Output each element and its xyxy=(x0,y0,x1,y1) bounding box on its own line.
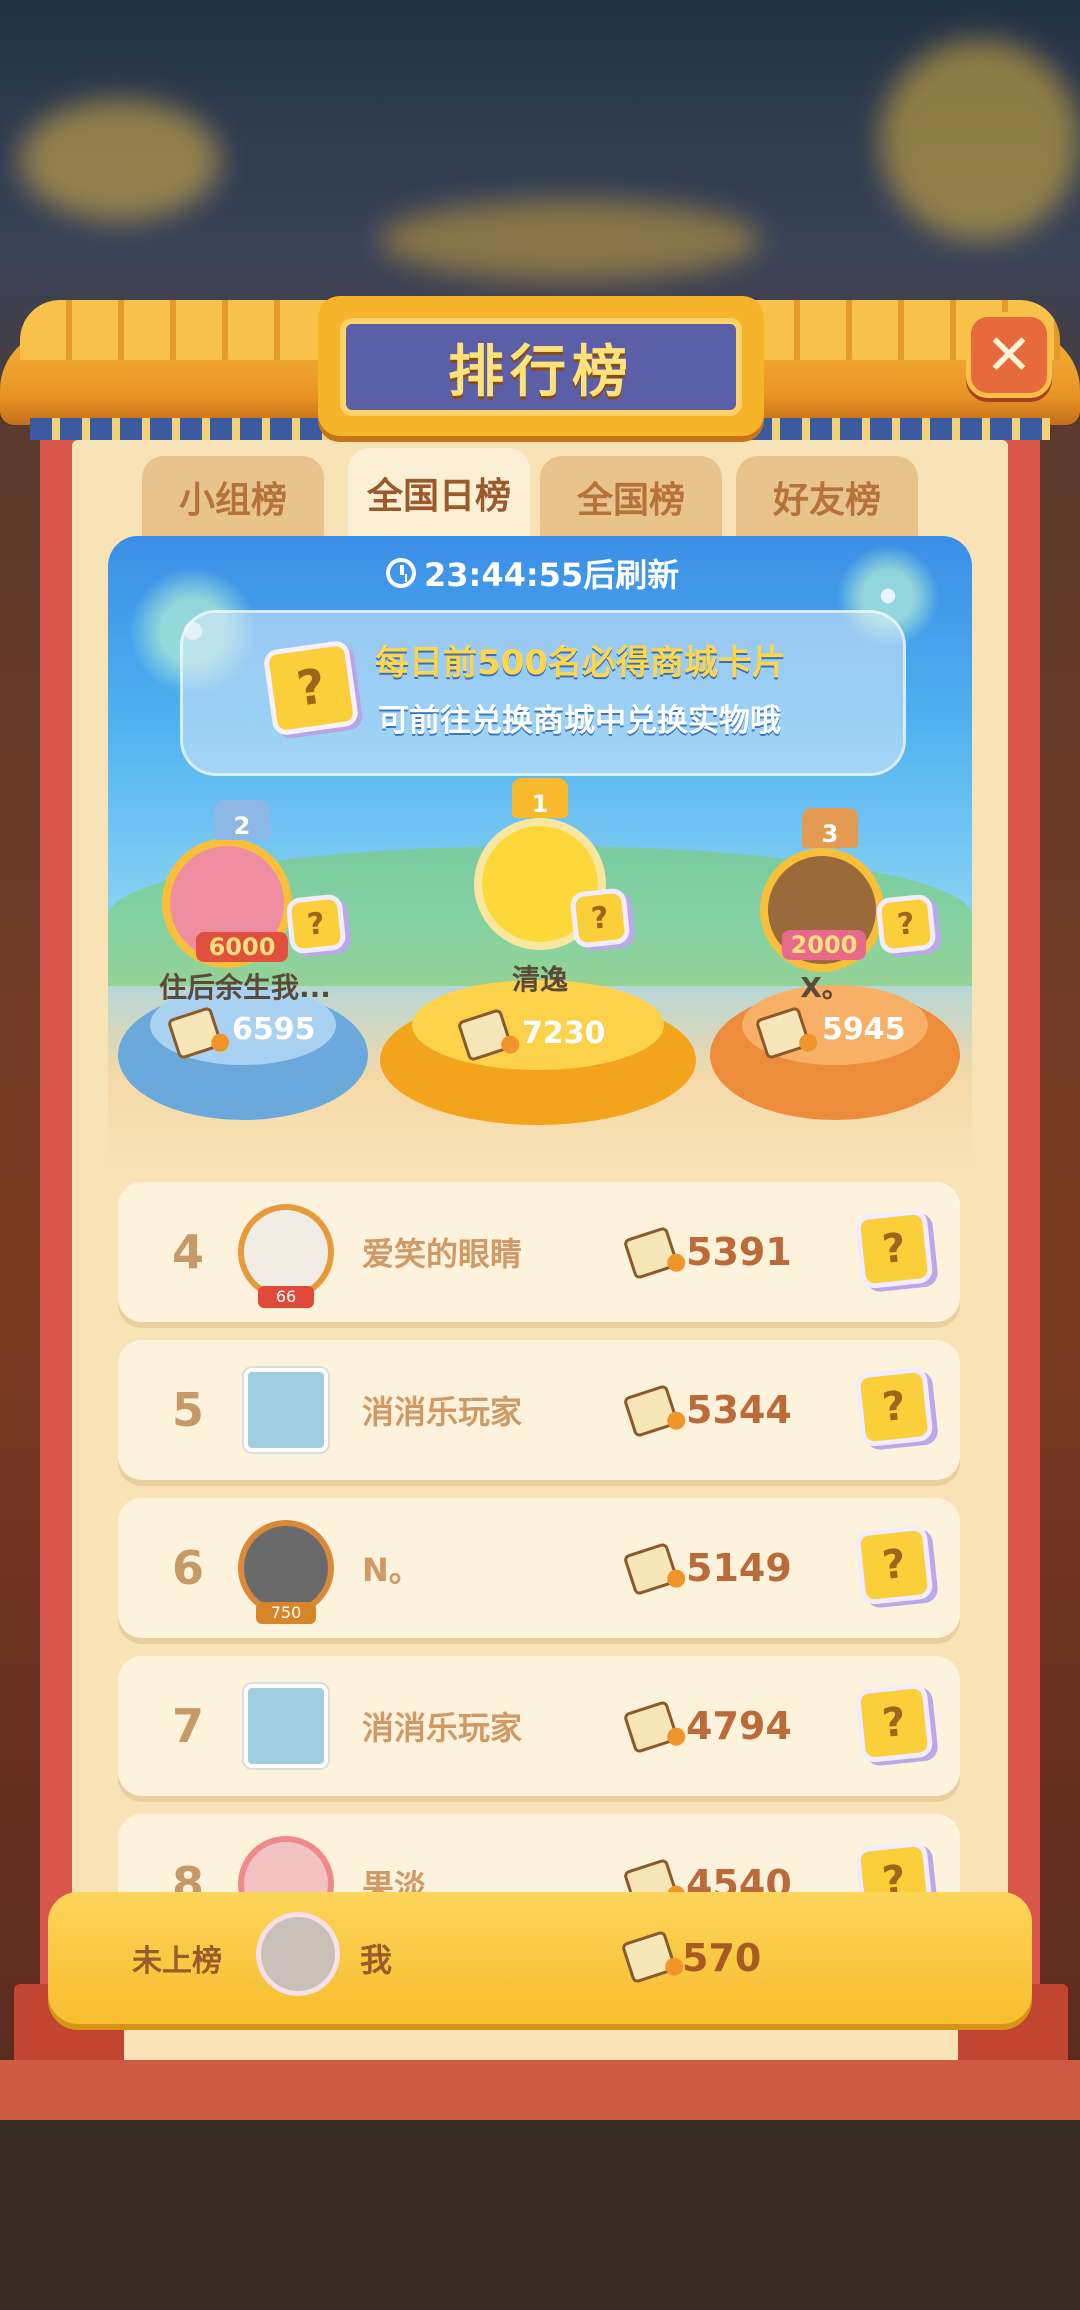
my-rank-row[interactable]: 未上榜 我 570 xyxy=(48,1892,1032,2024)
reward-card-icon: ? xyxy=(285,893,347,955)
background-decoration xyxy=(880,40,1080,240)
player-score: 5344 xyxy=(686,1388,792,1432)
list-item[interactable]: 5 消消乐玩家 5344 ? xyxy=(118,1340,960,1480)
score-icon xyxy=(622,1383,680,1439)
avatar xyxy=(256,1912,340,1996)
my-name: 我 xyxy=(360,1941,393,1979)
podium-third-name: X。 xyxy=(800,971,850,1004)
list-item[interactable]: 8 果淡 4540 ? xyxy=(118,1814,960,1894)
refresh-timer: 23:44:55后刷新 xyxy=(386,550,696,596)
question-card-icon: ? xyxy=(262,639,360,737)
tab-label: 小组榜 xyxy=(178,480,287,521)
reward-card-icon: ? xyxy=(854,1524,934,1606)
close-icon: ✕ xyxy=(985,322,1033,388)
crown-second-icon: 2 xyxy=(214,800,270,840)
podium-first-name: 清逸 xyxy=(511,963,568,996)
tab-label: 全国榜 xyxy=(576,480,685,521)
tab-friends[interactable]: 好友榜 xyxy=(736,456,918,538)
avatar-level-badge: 750 xyxy=(256,1602,316,1624)
player-score: 5149 xyxy=(686,1546,792,1590)
list-item[interactable]: 4 66 爱笑的眼睛 5391 ? xyxy=(118,1182,960,1322)
avatar xyxy=(244,1684,328,1768)
background-bottom xyxy=(0,2110,1080,2310)
player-name: 消消乐玩家 xyxy=(362,1393,523,1431)
reward-card-icon: ? xyxy=(854,1208,934,1290)
close-button[interactable]: ✕ xyxy=(966,312,1052,398)
score-icon xyxy=(622,1699,680,1755)
score-icon xyxy=(622,1857,680,1894)
player-name: N。 xyxy=(362,1551,421,1589)
banner-line-1: 每日前500名必得商城卡片 xyxy=(375,643,786,683)
reward-card-icon: ? xyxy=(854,1682,934,1764)
rank-number: 6 xyxy=(171,1541,204,1595)
crown-third-icon: 3 xyxy=(802,808,858,848)
tab-national-daily[interactable]: 全国日榜 xyxy=(348,448,530,538)
avatar xyxy=(244,1368,328,1452)
tab-bar: 小组榜 全国日榜 全国榜 好友榜 xyxy=(142,448,932,538)
tab-label: 全国日榜 xyxy=(366,476,511,517)
reward-card-icon: ? xyxy=(875,893,937,955)
timer-text: 23:44:55后刷新 xyxy=(424,556,680,594)
clock-icon xyxy=(386,558,416,588)
player-score: 5391 xyxy=(686,1230,792,1274)
rank-number: 4 xyxy=(171,1225,204,1279)
player-score: 4540 xyxy=(686,1862,792,1894)
rank-number: 7 xyxy=(171,1699,204,1753)
tab-label: 好友榜 xyxy=(772,480,881,521)
crown-first-icon: 1 xyxy=(512,778,568,818)
podium-third-score: 5945 xyxy=(822,1012,906,1047)
score-badge: 6000 xyxy=(196,932,288,962)
score-icon xyxy=(622,1225,680,1281)
list-item[interactable]: 6 750 N。 5149 ? xyxy=(118,1498,960,1638)
podium-first-score: 7230 xyxy=(522,1016,606,1051)
rank-number: 5 xyxy=(171,1383,204,1437)
my-score: 570 xyxy=(682,1936,762,1980)
reward-card-icon: ? xyxy=(569,887,631,949)
player-name: 果淡 xyxy=(362,1867,427,1894)
podium-second-name: 住后余生我... xyxy=(159,971,331,1004)
player-score: 4794 xyxy=(686,1704,792,1748)
background-decoration xyxy=(380,200,760,280)
player-name: 爱笑的眼睛 xyxy=(362,1235,523,1273)
avatar-level-badge: 66 xyxy=(258,1286,314,1308)
score-icon xyxy=(620,1929,678,1985)
player-name: 消消乐玩家 xyxy=(362,1709,523,1747)
banner-line-2: 可前往兑换商城中兑换实物哦 xyxy=(378,703,781,739)
tab-national[interactable]: 全国榜 xyxy=(540,456,722,538)
list-item[interactable]: 7 消消乐玩家 4794 ? xyxy=(118,1656,960,1796)
score-badge: 2000 xyxy=(782,930,866,960)
tab-group[interactable]: 小组榜 xyxy=(142,456,324,538)
reward-card-icon: ? xyxy=(854,1366,934,1448)
frame-base xyxy=(0,2060,1080,2120)
podium-second-score: 6595 xyxy=(232,1012,316,1047)
my-rank-label: 未上榜 xyxy=(132,1944,222,1979)
page-title: 排行榜 xyxy=(448,339,634,405)
avatar xyxy=(238,1836,334,1894)
reward-card-icon: ? xyxy=(854,1840,934,1894)
score-icon xyxy=(622,1541,680,1597)
rank-number: 8 xyxy=(171,1857,204,1894)
background-decoration xyxy=(20,100,220,220)
